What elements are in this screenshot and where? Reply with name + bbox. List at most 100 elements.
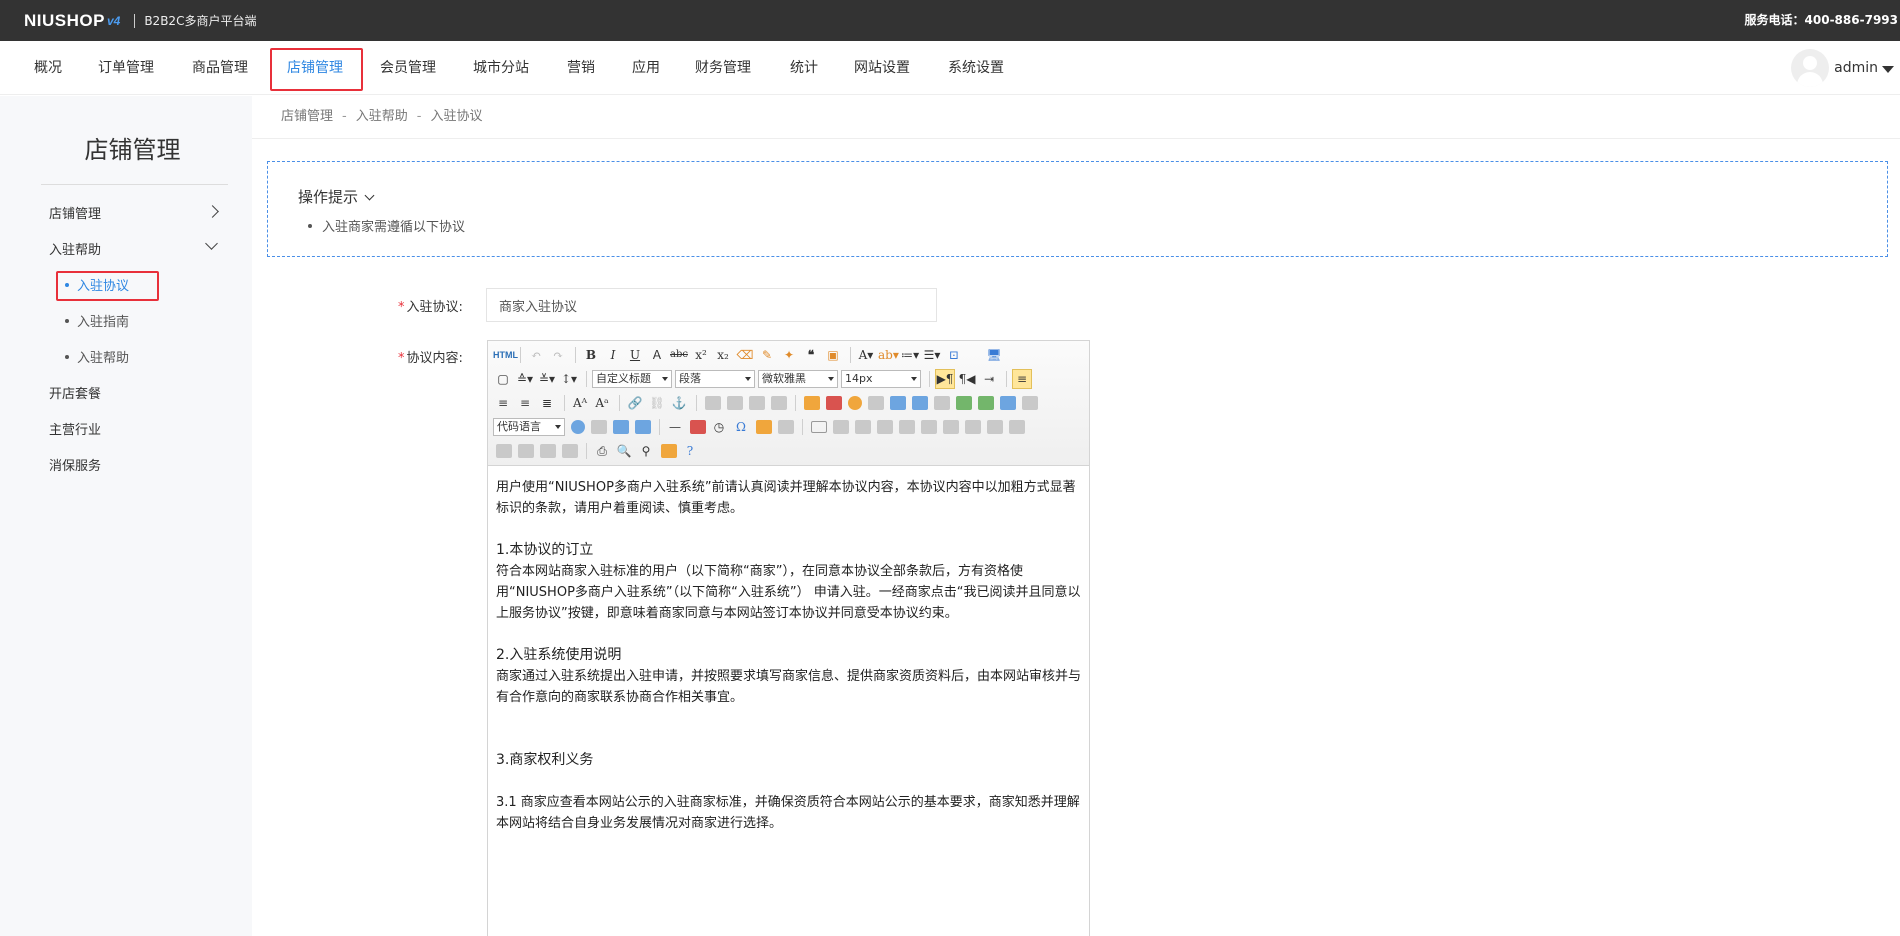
split-cols-icon[interactable]	[540, 444, 556, 458]
insert-time-icon[interactable]: ◷	[709, 417, 729, 437]
anchor-icon[interactable]: ⚓	[669, 393, 689, 413]
map-icon[interactable]	[571, 420, 585, 434]
font-family-select[interactable]: 微软雅黑	[758, 370, 838, 388]
image-gallery-icon[interactable]	[978, 396, 994, 410]
italic-icon[interactable]: I	[603, 345, 623, 365]
lowercase-icon[interactable]: Aᵃ	[592, 393, 612, 413]
delete-row-icon[interactable]	[899, 420, 915, 434]
clear-doc-icon[interactable]: ▢	[493, 369, 513, 389]
split-rows-icon[interactable]	[518, 444, 534, 458]
align-right-icon[interactable]: ≡	[515, 393, 535, 413]
fullscreen-icon[interactable]: 🖥	[984, 345, 1004, 365]
insert-code-icon[interactable]	[613, 420, 629, 434]
simple-upload-icon[interactable]	[804, 396, 820, 410]
eraser-icon[interactable]: ⌫	[735, 345, 755, 365]
insert-table-icon[interactable]	[811, 421, 827, 433]
merge-down-icon[interactable]	[1009, 420, 1025, 434]
breadcrumb-item[interactable]: 店铺管理	[281, 109, 333, 124]
emotion-icon[interactable]	[848, 396, 862, 410]
sidebar-item-shop-management[interactable]: 店铺管理	[49, 203, 101, 222]
superscript-icon[interactable]: x²	[691, 345, 711, 365]
code-language-select[interactable]: 代码语言	[493, 418, 565, 436]
horizontal-rule-icon[interactable]: —	[665, 417, 685, 437]
html-source-button[interactable]: HTML	[493, 345, 518, 365]
row-spacing-bottom-icon[interactable]: ≚▾	[537, 369, 557, 389]
strikethrough-icon[interactable]: abc	[669, 345, 689, 365]
background-icon[interactable]	[1022, 396, 1038, 410]
nav-item-orders[interactable]: 订单管理	[98, 41, 154, 95]
agreement-title-input[interactable]	[486, 288, 937, 322]
nav-item-goods[interactable]: 商品管理	[192, 41, 248, 95]
align-left-icon[interactable]: ≡	[493, 393, 513, 413]
gmap-icon[interactable]	[591, 420, 607, 434]
template-icon[interactable]	[1000, 396, 1016, 410]
tips-toggle[interactable]: 操作提示	[298, 186, 375, 207]
sidebar-subitem-settle-help[interactable]: 入驻帮助	[65, 347, 129, 366]
sidebar-item-settle-help[interactable]: 入驻帮助	[49, 239, 101, 258]
nav-item-shops[interactable]: 店铺管理	[287, 41, 343, 95]
format-brush-icon[interactable]: ✎	[757, 345, 777, 365]
draft-icon[interactable]	[661, 444, 677, 458]
special-chars-icon[interactable]: Ω	[731, 417, 751, 437]
user-menu[interactable]: admin	[1791, 49, 1894, 87]
redo-icon[interactable]: ↷	[548, 345, 568, 365]
background-color-icon[interactable]: ab▾	[878, 345, 899, 365]
print-icon[interactable]: ⎙	[592, 441, 612, 461]
music-icon[interactable]	[912, 396, 928, 410]
search-replace-icon[interactable]	[756, 420, 772, 434]
auto-format-icon[interactable]: ✦	[779, 345, 799, 365]
scrawl-icon[interactable]	[868, 396, 884, 410]
split-cells-icon[interactable]	[496, 444, 512, 458]
align-justify-icon[interactable]: ≣	[537, 393, 557, 413]
underline-icon[interactable]: U	[625, 345, 645, 365]
image-none-icon[interactable]	[705, 396, 721, 410]
nav-item-members[interactable]: 会员管理	[380, 41, 436, 95]
image-left-icon[interactable]	[727, 396, 743, 410]
search-icon[interactable]: ⚲	[636, 441, 656, 461]
font-border-icon[interactable]: Ａ	[647, 345, 667, 365]
unlink-icon[interactable]: ⛓	[647, 393, 667, 413]
line-height-icon[interactable]: ↕▾	[559, 369, 579, 389]
delete-col-icon[interactable]	[943, 420, 959, 434]
font-color-icon[interactable]: A▾	[856, 345, 876, 365]
preview-icon[interactable]: 🔍	[614, 441, 634, 461]
row-spacing-top-icon[interactable]: ≙▾	[515, 369, 535, 389]
paste-plain-icon[interactable]: ▣	[823, 345, 843, 365]
delete-table-icon[interactable]	[833, 420, 849, 434]
indent-icon[interactable]: ⇥	[979, 369, 999, 389]
nav-item-city-sites[interactable]: 城市分站	[473, 41, 529, 95]
rtl-direction-icon[interactable]: ¶◀	[957, 369, 977, 389]
ordered-list-icon[interactable]: ≔▾	[900, 345, 920, 365]
link-icon[interactable]: 🔗	[625, 393, 645, 413]
page-break-icon[interactable]	[778, 420, 794, 434]
nav-item-finance[interactable]: 财务管理	[695, 41, 751, 95]
insert-row-icon[interactable]	[877, 420, 893, 434]
nav-item-site-settings[interactable]: 网站设置	[854, 41, 910, 95]
ltr-direction-icon[interactable]: ▶¶	[935, 369, 955, 389]
unordered-list-icon[interactable]: ☰▾	[922, 345, 942, 365]
nav-item-overview[interactable]: 概况	[34, 41, 62, 95]
table-props-icon[interactable]	[562, 444, 578, 458]
sidebar-item-protection-services[interactable]: 消保服务	[49, 455, 101, 474]
logo[interactable]: NIUSHOP v4 B2B2C多商户平台端	[24, 11, 256, 31]
image-center-icon[interactable]	[771, 396, 787, 410]
bold-icon[interactable]: B	[581, 345, 601, 365]
blockquote-icon[interactable]: ❝	[801, 345, 821, 365]
merge-cells-icon[interactable]	[965, 420, 981, 434]
sidebar-subitem-settle-guide[interactable]: 入驻指南	[65, 311, 129, 330]
insert-video-icon[interactable]	[890, 396, 906, 410]
merge-right-icon[interactable]	[987, 420, 1003, 434]
sidebar-item-packages[interactable]: 开店套餐	[49, 383, 101, 402]
breadcrumb-item[interactable]: 入驻帮助	[356, 109, 408, 124]
nav-item-apps[interactable]: 应用	[632, 41, 660, 95]
justify-left-icon[interactable]: ≡	[1012, 369, 1032, 389]
webapp-icon[interactable]	[635, 420, 651, 434]
help-icon[interactable]: ?	[680, 441, 700, 461]
editor-content[interactable]: 用户使用“NIUSHOP多商户入驻系统”前请认真阅读并理解本协议内容，本协议内容…	[488, 467, 1089, 936]
attachment-icon[interactable]	[934, 396, 950, 410]
insert-col-icon[interactable]	[921, 420, 937, 434]
uppercase-icon[interactable]: Aᴬ	[570, 393, 590, 413]
font-size-select[interactable]: 14px	[841, 370, 921, 388]
nav-item-system-settings[interactable]: 系统设置	[948, 41, 1004, 95]
select-all-icon[interactable]: ⊡	[944, 345, 964, 365]
